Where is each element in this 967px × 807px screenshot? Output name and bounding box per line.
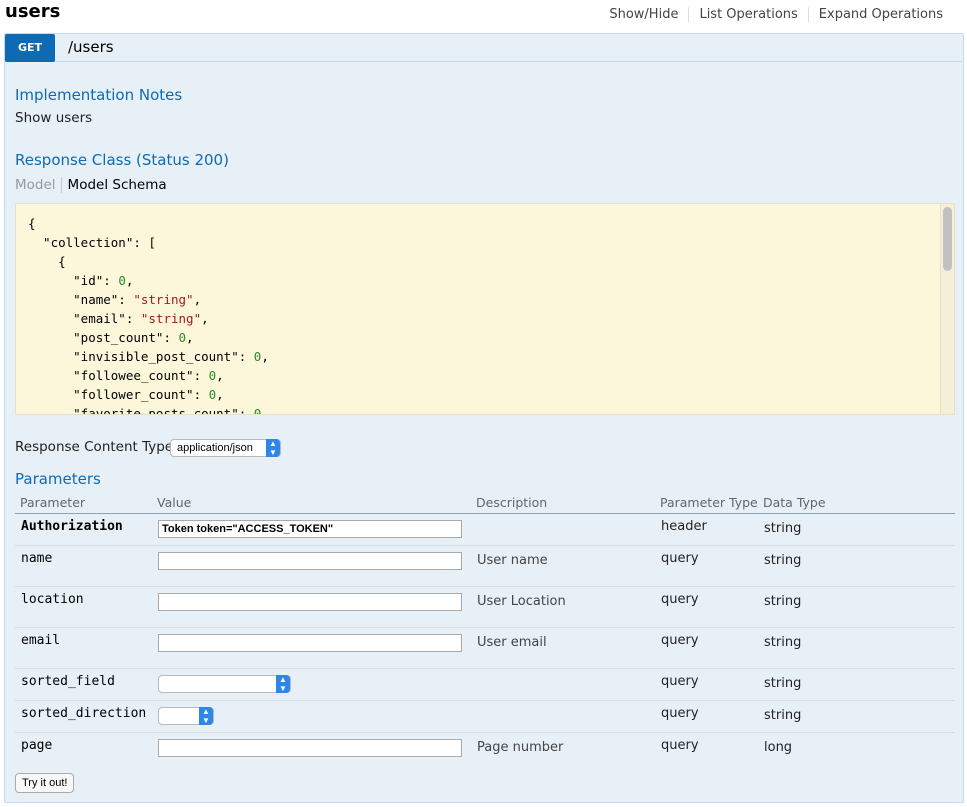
parameter-name: sorted_field xyxy=(21,674,115,689)
parameter-name: sorted_direction xyxy=(21,706,147,721)
schema-scrollbar-track[interactable] xyxy=(940,204,954,414)
parameter-type: query xyxy=(661,592,699,607)
parameter-type: query xyxy=(661,738,699,753)
response-content-type-label: Response Content Type xyxy=(15,439,174,455)
parameter-description: User name xyxy=(477,553,548,568)
list-operations-link[interactable]: List Operations xyxy=(688,7,807,22)
parameter-row: location User Location query string xyxy=(15,586,955,627)
parameter-value-input[interactable] xyxy=(158,520,462,538)
parameter-name: location xyxy=(21,592,84,607)
parameter-value-select[interactable]: ▲ ▼ xyxy=(158,707,214,725)
response-content-type-value: application/json xyxy=(177,442,253,454)
implementation-notes-heading: Implementation Notes xyxy=(15,86,183,104)
parameter-type: query xyxy=(661,674,699,689)
parameter-row: Authorization header string xyxy=(15,513,955,545)
parameter-data-type: string xyxy=(764,521,802,536)
schema-line: "id": 0, xyxy=(28,273,134,288)
parameter-value-input[interactable] xyxy=(158,739,462,757)
parameter-description: User email xyxy=(477,635,547,650)
parameter-data-type: string xyxy=(764,635,802,650)
parameters-heading: Parameters xyxy=(15,470,101,488)
schema-line: "invisible_post_count": 0, xyxy=(28,349,269,364)
parameter-value-select[interactable]: ▲ ▼ xyxy=(158,675,291,693)
schema-line: "collection": [ xyxy=(28,235,156,250)
column-header: Parameter Type xyxy=(660,495,758,510)
parameter-value-input[interactable] xyxy=(158,593,462,611)
parameter-type: query xyxy=(661,551,699,566)
parameter-type: query xyxy=(661,706,699,721)
model-schema-code: { "collection": [ { "id": 0, "name": "st… xyxy=(16,204,954,415)
parameter-type: header xyxy=(661,519,707,534)
schema-line: { xyxy=(28,254,66,269)
parameter-data-type: long xyxy=(764,740,793,755)
parameter-row: email User email query string xyxy=(15,627,955,668)
parameter-row: sorted_direction ▲ ▼ query string xyxy=(15,700,955,732)
parameter-name: page xyxy=(21,738,53,753)
schema-line: { xyxy=(28,216,36,231)
model-schema-box[interactable]: { "collection": [ { "id": 0, "name": "st… xyxy=(15,203,955,415)
parameter-data-type: string xyxy=(764,553,802,568)
column-header: Parameter xyxy=(20,495,86,510)
parameter-type: query xyxy=(661,633,699,648)
try-it-out-button[interactable]: Try it out! xyxy=(15,773,75,793)
parameter-value-input[interactable] xyxy=(158,634,462,652)
column-header: Description xyxy=(476,495,548,510)
schema-line: "followee_count": 0, xyxy=(28,368,224,383)
schema-line: "favorite_posts_count": 0, xyxy=(28,406,269,415)
parameter-description: Page number xyxy=(477,740,564,755)
parameter-name: Authorization xyxy=(21,519,123,534)
operation-panel: GET /users Implementation Notes Show use… xyxy=(4,33,964,803)
parameter-value-input[interactable] xyxy=(158,552,462,570)
expand-operations-link[interactable]: Expand Operations xyxy=(807,7,953,22)
show-hide-link[interactable]: Show/Hide xyxy=(599,7,688,22)
column-header: Value xyxy=(157,495,192,510)
parameter-data-type: string xyxy=(764,594,802,609)
select-arrows-icon: ▲ ▼ xyxy=(276,675,290,693)
schema-scrollbar-thumb[interactable] xyxy=(943,207,952,271)
column-header: Data Type xyxy=(763,495,826,510)
parameter-row: name User name query string xyxy=(15,545,955,586)
parameter-data-type: string xyxy=(764,708,802,723)
schema-line: "name": "string", xyxy=(28,292,202,307)
response-content-type-select[interactable]: application/json ▲ ▼ xyxy=(170,439,281,457)
response-class-heading: Response Class (Status 200) xyxy=(15,151,229,169)
operation-header[interactable]: GET /users xyxy=(5,34,963,62)
operation-path[interactable]: /users xyxy=(68,38,114,56)
resource-header: users Show/Hide List Operations Expand O… xyxy=(0,0,967,30)
model-tabs: Model Model Schema xyxy=(15,177,167,193)
parameter-description: User Location xyxy=(477,594,566,609)
http-method-badge[interactable]: GET xyxy=(5,34,55,62)
parameter-name: name xyxy=(21,551,53,566)
parameter-name: email xyxy=(21,633,61,648)
schema-line: "follower_count": 0, xyxy=(28,387,224,402)
schema-line: "post_count": 0, xyxy=(28,330,194,345)
resource-title[interactable]: users xyxy=(5,1,60,22)
resource-links: Show/Hide List Operations Expand Operati… xyxy=(599,7,953,22)
select-arrows-icon: ▲ ▼ xyxy=(266,439,280,457)
model-tab[interactable]: Model xyxy=(15,177,62,193)
parameter-data-type: string xyxy=(764,676,802,691)
implementation-notes-text: Show users xyxy=(15,110,93,126)
parameter-row: sorted_field ▲ ▼ query string xyxy=(15,668,955,700)
model-schema-tab[interactable]: Model Schema xyxy=(62,177,167,193)
parameter-row: page Page number query long xyxy=(15,732,955,764)
schema-line: "email": "string", xyxy=(28,311,209,326)
select-arrows-icon: ▲ ▼ xyxy=(199,707,213,725)
